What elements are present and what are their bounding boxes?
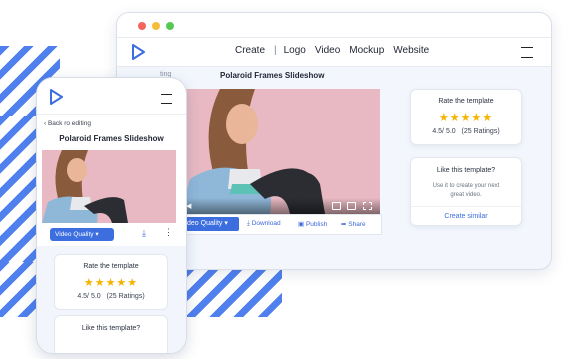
video-preview[interactable]: ◀: [180, 89, 380, 214]
play-logo-icon[interactable]: [131, 44, 145, 60]
pip-icon[interactable]: [347, 202, 356, 210]
video-quality-dropdown[interactable]: Video Quality ▾: [50, 228, 114, 241]
back-to-editing-link[interactable]: ‹ Back ro editing: [44, 120, 91, 127]
fullscreen-icon[interactable]: [363, 202, 372, 210]
menu-item-create[interactable]: Create: [235, 45, 265, 56]
rate-template-card: Rate the template ★★★★★ 4.5/ 5.0 (25 Rat…: [410, 89, 522, 145]
site-header: Create | Logo Video Mockup Website: [117, 38, 551, 67]
menu-divider: |: [274, 45, 277, 56]
video-quality-dropdown[interactable]: deo Quality ▾: [181, 217, 239, 231]
rating-score: 4.5/ 5.0 (25 Ratings): [77, 293, 145, 300]
create-similar-link[interactable]: Create similar: [411, 206, 521, 220]
menu-item-website[interactable]: Website: [393, 45, 429, 56]
rate-card-title: Rate the template: [438, 98, 494, 105]
menu-item-logo[interactable]: Logo: [284, 45, 306, 56]
hamburger-menu-icon[interactable]: [161, 94, 172, 104]
star-rating[interactable]: ★★★★★: [55, 276, 167, 289]
page-title: Polaroid Frames Slideshow: [220, 71, 325, 80]
play-logo-icon[interactable]: [49, 89, 63, 105]
like-card-description: Use it to create your next great video.: [432, 183, 500, 198]
woman-photo-illustration: [42, 150, 176, 223]
share-button[interactable]: ➦ Share: [341, 220, 366, 228]
like-template-card: Like this template? Use it to create you…: [410, 157, 522, 226]
mobile-rate-template-card: Rate the template ★★★★★ 4.5/ 5.0 (25 Rat…: [54, 254, 168, 310]
mobile-like-template-card: Like this template?: [54, 315, 168, 353]
woman-photo-illustration: [180, 89, 380, 214]
hamburger-menu-icon[interactable]: [521, 47, 533, 58]
video-action-bar: deo Quality ▾ ⤓ Download ▣ Publish ➦ Sha…: [180, 214, 382, 235]
like-card-title: Like this template?: [81, 325, 141, 332]
download-icon[interactable]: ⤓: [142, 228, 146, 239]
quality-settings-icon[interactable]: [332, 202, 341, 210]
menu-item-mockup[interactable]: Mockup: [349, 45, 384, 56]
mobile-phone-mockup: ‹ Back ro editing Polaroid Frames Slides…: [36, 77, 187, 354]
mobile-page-title: Polaroid Frames Slideshow: [59, 134, 164, 143]
mobile-video-action-bar: Video Quality ▾ ⤓ ⋮: [42, 226, 176, 244]
star-rating[interactable]: ★★★★★: [411, 111, 521, 124]
mobile-video-preview[interactable]: [42, 150, 176, 223]
maximize-dot-icon[interactable]: [166, 22, 174, 30]
video-controls-bar: ◀: [180, 198, 380, 214]
more-options-icon[interactable]: ⋮: [164, 227, 173, 238]
close-dot-icon[interactable]: [138, 22, 146, 30]
minimize-dot-icon[interactable]: [152, 22, 160, 30]
main-menu: Create | Logo Video Mockup Website: [235, 45, 438, 56]
browser-titlebar: [117, 13, 551, 38]
like-card-title: Like this template?: [436, 167, 496, 174]
publish-button[interactable]: ▣ Publish: [298, 220, 327, 228]
menu-item-video[interactable]: Video: [315, 45, 340, 56]
download-button[interactable]: ⤓ Download: [247, 220, 281, 228]
decorative-stripes-left: [0, 116, 38, 266]
mobile-header: [37, 78, 186, 115]
rate-card-title: Rate the template: [83, 263, 139, 270]
rating-score: 4.5/ 5.0 (25 Ratings): [432, 128, 500, 135]
